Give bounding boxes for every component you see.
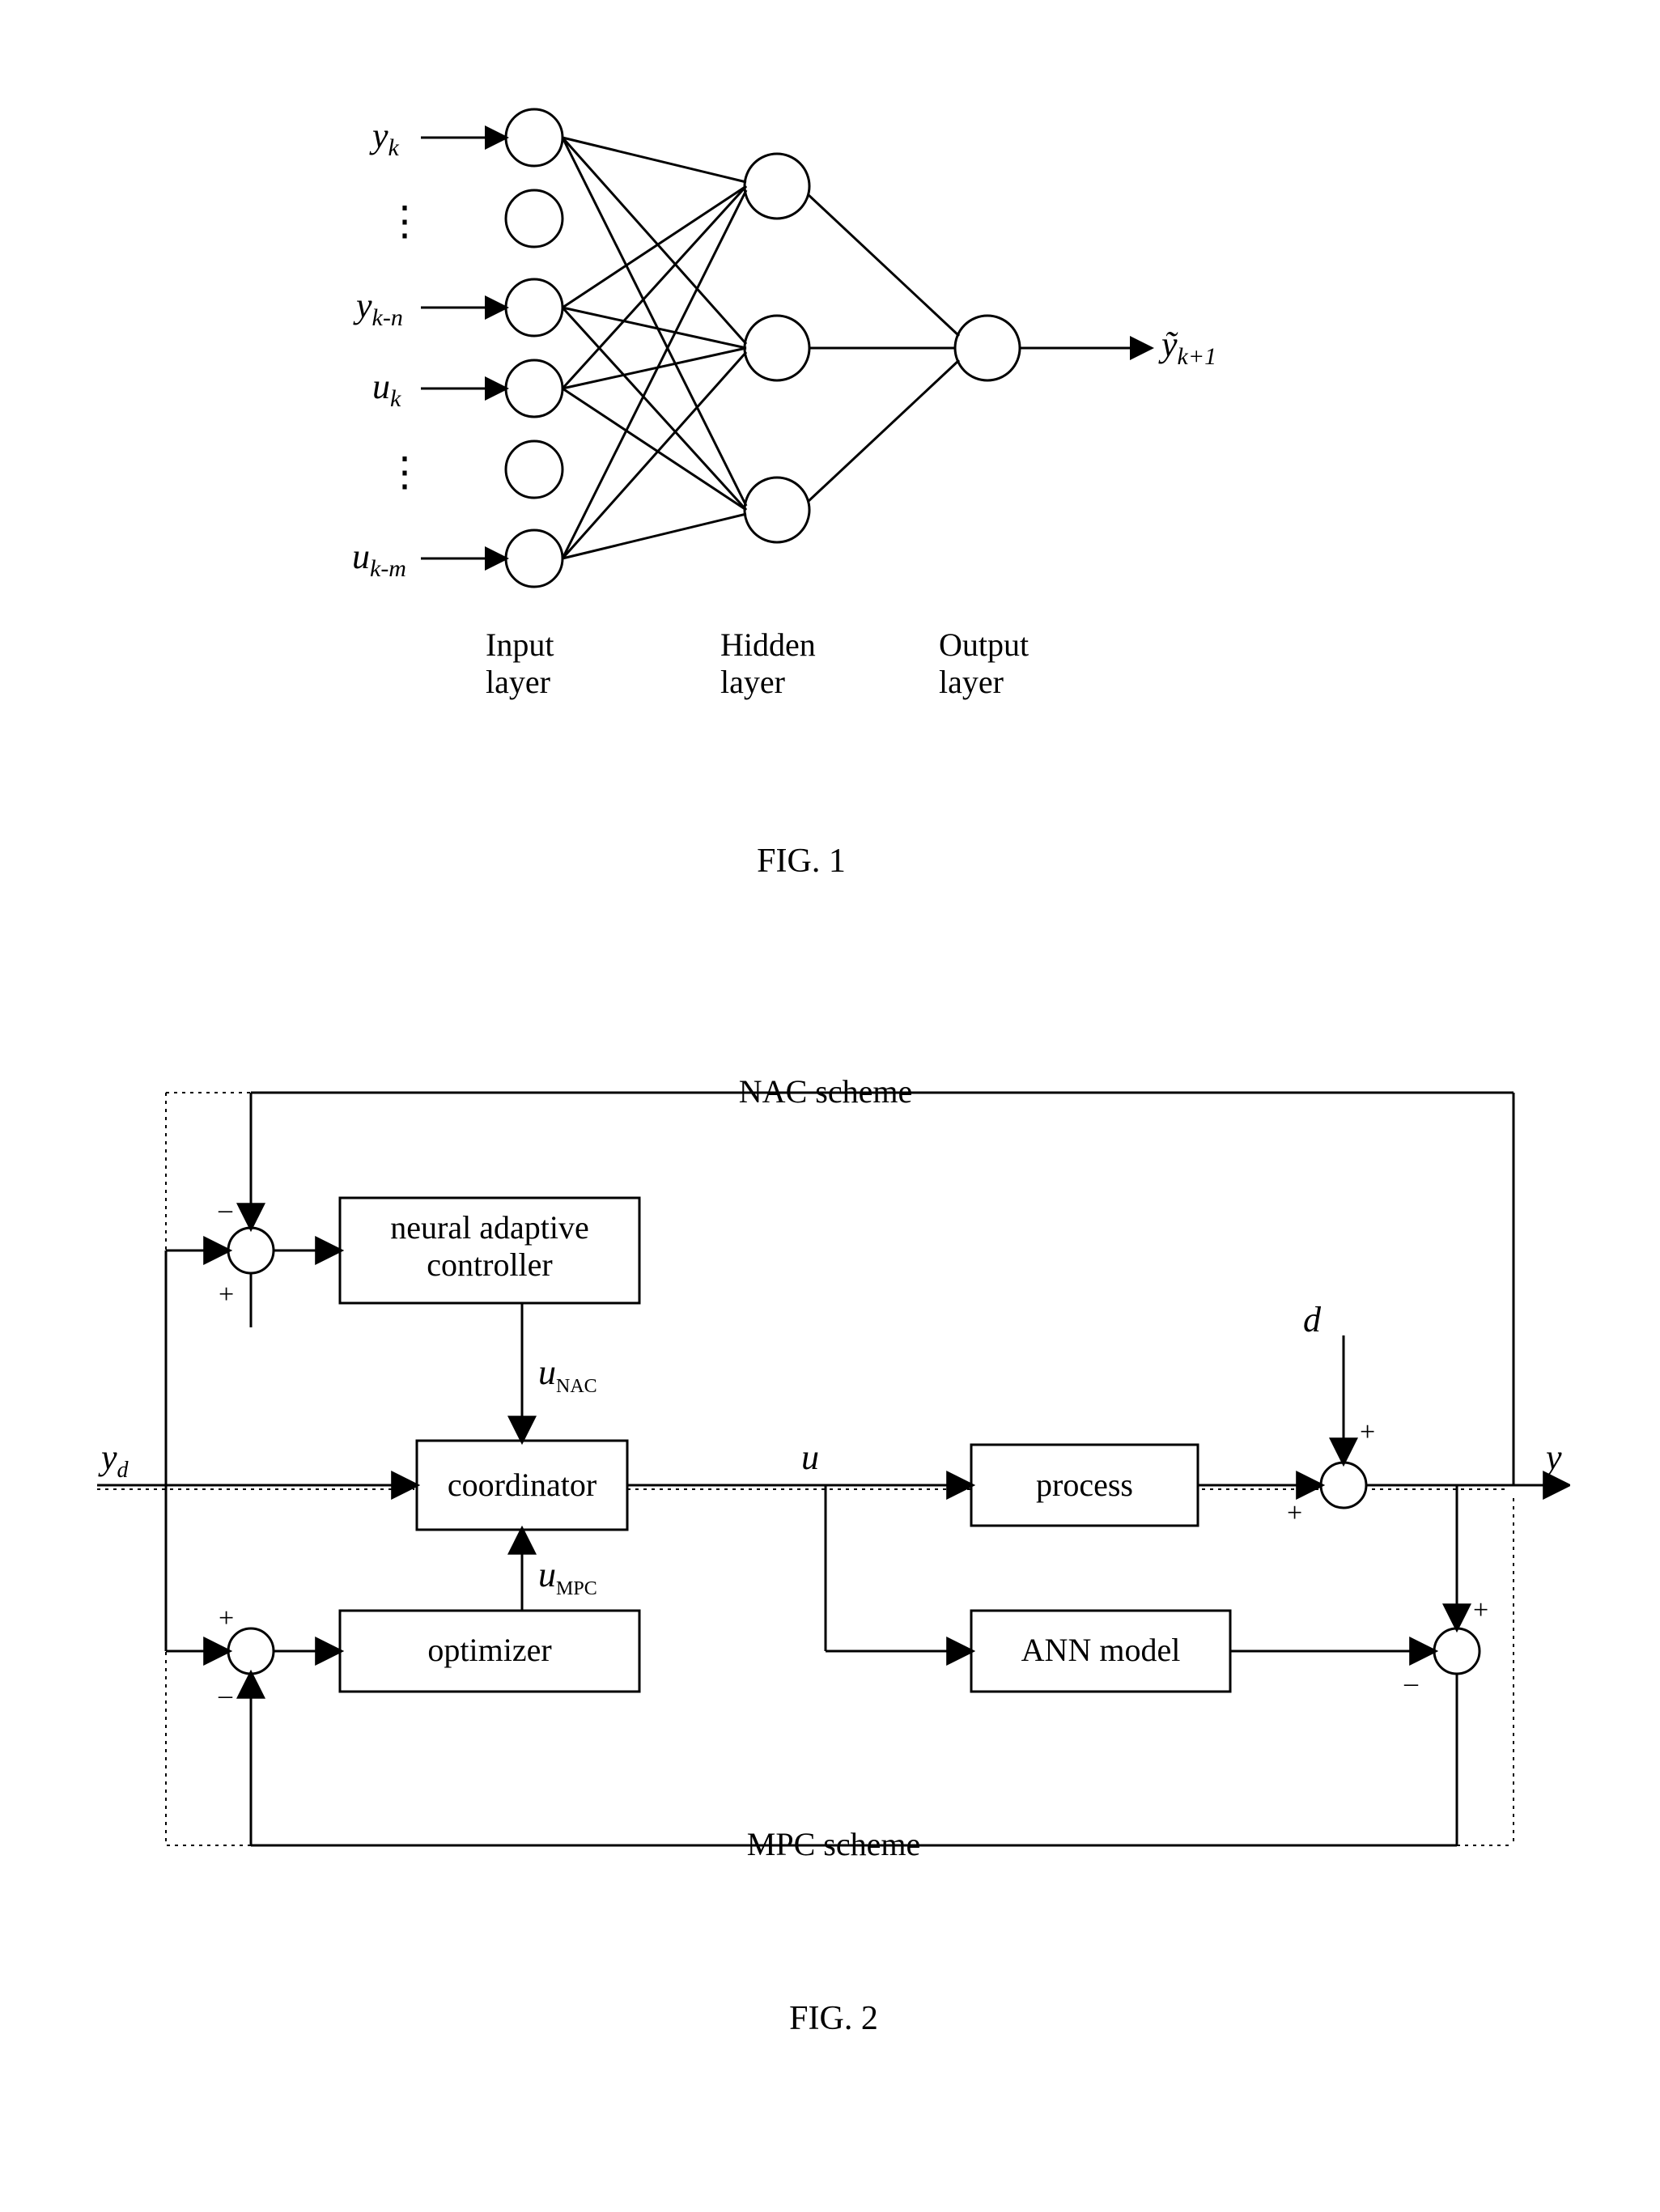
figure-1: yk ⋮ yk-n uk ⋮ uk-m ỹk+1 Inputlayer Hidd… bbox=[275, 81, 1327, 881]
sign-minus-2: – bbox=[218, 1680, 233, 1710]
svg-text:yk: yk bbox=[369, 116, 400, 161]
label-ukm-sub: k-m bbox=[370, 555, 406, 582]
layer-input-label: Inputlayer bbox=[486, 626, 554, 700]
layer-hidden-label: Hiddenlayer bbox=[720, 626, 816, 700]
svg-text:uNAC: uNAC bbox=[538, 1352, 597, 1397]
label-ykn: y bbox=[353, 286, 372, 325]
label-uk-sub: k bbox=[390, 385, 401, 412]
label-yhat-sub: k+1 bbox=[1178, 343, 1217, 370]
label-ukm: u bbox=[352, 537, 370, 576]
fig2-caption: FIG. 2 bbox=[97, 1999, 1570, 2038]
svg-text:yd: yd bbox=[98, 1437, 129, 1483]
sig-yd-sub: d bbox=[117, 1458, 129, 1483]
fig1-caption: FIG. 1 bbox=[275, 842, 1327, 881]
block-process: process bbox=[1036, 1467, 1133, 1503]
svg-text:uk-m: uk-m bbox=[352, 537, 406, 582]
label-yk: y bbox=[369, 116, 388, 155]
svg-text:yk-n: yk-n bbox=[353, 286, 403, 331]
sig-yd: y bbox=[98, 1437, 117, 1477]
sig-unac-sub: NAC bbox=[556, 1376, 597, 1397]
svg-text:ỹk+1: ỹk+1 bbox=[1158, 325, 1216, 370]
nn-diagram: yk ⋮ yk-n uk ⋮ uk-m ỹk+1 Inputlayer Hidd… bbox=[275, 81, 1327, 809]
sig-umpc-sub: MPC bbox=[556, 1578, 597, 1599]
sign-plus-1: + bbox=[219, 1280, 234, 1310]
dots-2: ⋮ bbox=[384, 449, 425, 495]
sign-plus-2: + bbox=[219, 1603, 234, 1633]
sig-unac: u bbox=[538, 1352, 556, 1392]
sig-y: y bbox=[1543, 1437, 1562, 1477]
sig-u: u bbox=[801, 1437, 819, 1477]
block-diagram: NAC scheme MPC scheme neural adaptivecon… bbox=[97, 1044, 1570, 1951]
sign-minus-3: – bbox=[1403, 1668, 1419, 1698]
label-yhat: ỹ bbox=[1158, 325, 1178, 364]
sign-plus-5: + bbox=[1473, 1595, 1488, 1625]
label-ykn-sub: k-n bbox=[372, 304, 403, 331]
dots-1: ⋮ bbox=[384, 198, 425, 244]
svg-text:uMPC: uMPC bbox=[538, 1555, 597, 1599]
block-coord: coordinator bbox=[448, 1467, 596, 1503]
sig-umpc: u bbox=[538, 1555, 556, 1594]
figure-2: NAC scheme MPC scheme neural adaptivecon… bbox=[97, 1044, 1570, 2038]
sign-minus-1: – bbox=[218, 1195, 233, 1225]
sign-plus-3: + bbox=[1360, 1417, 1375, 1447]
label-uk: u bbox=[372, 367, 390, 406]
svg-text:uk: uk bbox=[372, 367, 401, 412]
label-yk-sub: k bbox=[388, 134, 400, 161]
block-opt: optimizer bbox=[427, 1632, 551, 1668]
sig-d: d bbox=[1303, 1300, 1322, 1340]
layer-output-label: Outputlayer bbox=[939, 626, 1029, 700]
page: yk ⋮ yk-n uk ⋮ uk-m ỹk+1 Inputlayer Hidd… bbox=[0, 0, 1660, 2212]
block-ann: ANN model bbox=[1021, 1632, 1181, 1668]
sign-plus-4: + bbox=[1287, 1498, 1302, 1528]
